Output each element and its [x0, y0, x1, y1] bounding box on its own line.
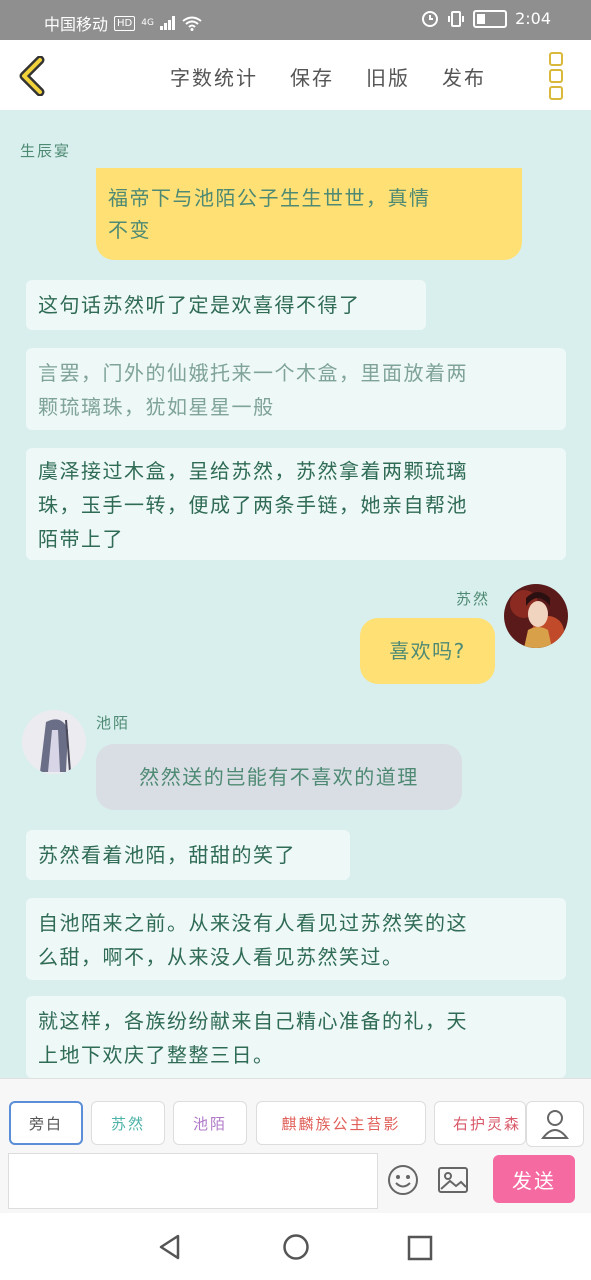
- status-bar: 中国移动 HD 4G 2:04: [0, 0, 591, 40]
- speaker-name: 苏然: [456, 590, 491, 608]
- save-button[interactable]: 保存: [290, 62, 334, 91]
- message-bubble[interactable]: 福帝下与池陌公子生生世世，真情 不变: [96, 168, 522, 260]
- send-button[interactable]: 发送: [493, 1155, 575, 1203]
- nav-recent-icon[interactable]: [407, 1235, 433, 1261]
- old-version-button[interactable]: 旧版: [366, 62, 410, 91]
- status-right: 2:04: [421, 9, 551, 28]
- vibrate-icon: [448, 10, 465, 27]
- role-chimo-button[interactable]: 池陌: [173, 1101, 247, 1145]
- network-label: 4G: [141, 18, 154, 28]
- avatar[interactable]: [504, 584, 568, 648]
- system-nav-bar: [0, 1213, 591, 1280]
- role-label: 麒麟族公主苔影: [281, 1114, 401, 1133]
- nav-back-icon[interactable]: [156, 1233, 184, 1261]
- role-label: 右护灵森: [453, 1114, 522, 1133]
- speaker-name: 生辰宴: [20, 142, 72, 160]
- clock-label: 2:04: [515, 9, 551, 28]
- battery-icon: [473, 9, 508, 28]
- narration-bubble[interactable]: 言罢，门外的仙娥托来一个木盒，里面放着两 颗琉璃珠，犹如星星一般: [26, 348, 566, 430]
- role-suran-button[interactable]: 苏然: [91, 1101, 165, 1145]
- wifi-icon: [182, 16, 202, 31]
- message-bubble[interactable]: 喜欢吗?: [360, 618, 495, 684]
- narration-bubble[interactable]: 就这样，各族纷纷献来自己精心准备的礼，天 上地下欢庆了整整三日。: [26, 996, 566, 1078]
- role-guardian-button[interactable]: 右护灵森: [434, 1101, 526, 1145]
- speaker-name: 池陌: [96, 714, 131, 732]
- top-actions: 字数统计 保存 旧版 发布: [170, 62, 486, 91]
- more-dot: [549, 69, 563, 83]
- signal-icon: [159, 16, 175, 30]
- status-left: 中国移动 HD 4G: [44, 11, 202, 35]
- chat-area[interactable]: 生辰宴 福帝下与池陌公子生生世世，真情 不变 这句话苏然听了定是欢喜得不得了 言…: [0, 110, 591, 1078]
- alarm-icon: [422, 10, 439, 27]
- narration-bubble[interactable]: 这句话苏然听了定是欢喜得不得了: [26, 280, 426, 330]
- input-toolbar: 旁白 苏然 池陌 麒麟族公主苔影 右护灵森 发送: [0, 1078, 591, 1214]
- narration-bubble[interactable]: 苏然看着池陌，甜甜的笑了: [26, 830, 350, 880]
- back-button[interactable]: [14, 56, 54, 96]
- top-bar: 字数统计 保存 旧版 发布: [0, 40, 591, 110]
- carrier-label: 中国移动: [44, 15, 109, 34]
- role-label: 旁白: [28, 1114, 63, 1133]
- narration-bubble[interactable]: 自池陌来之前。从来没有人看见过苏然笑的这 么甜，啊不，从来没人看见苏然笑过。: [26, 898, 566, 980]
- role-label: 池陌: [192, 1114, 227, 1133]
- word-count-button[interactable]: 字数统计: [170, 62, 258, 91]
- hd-badge: HD: [114, 15, 136, 31]
- more-dot: [549, 52, 563, 66]
- emoji-icon[interactable]: [386, 1163, 420, 1197]
- message-bubble[interactable]: 然然送的岂能有不喜欢的道理: [96, 744, 462, 810]
- role-label: 苏然: [110, 1114, 145, 1133]
- user-icon[interactable]: [526, 1101, 584, 1147]
- image-icon[interactable]: [436, 1163, 470, 1197]
- more-dot: [549, 86, 563, 100]
- role-princess-button[interactable]: 麒麟族公主苔影: [256, 1101, 426, 1145]
- nav-home-icon[interactable]: [282, 1233, 310, 1261]
- message-input[interactable]: [8, 1153, 378, 1209]
- avatar[interactable]: [22, 710, 86, 774]
- narration-bubble[interactable]: 虞泽接过木盒，呈给苏然，苏然拿着两颗琉璃 珠，玉手一转，便成了两条手链，她亲自帮…: [26, 448, 566, 560]
- role-narrator-button[interactable]: 旁白: [9, 1101, 83, 1145]
- publish-button[interactable]: 发布: [442, 62, 486, 91]
- more-vertical-icon[interactable]: [549, 52, 569, 100]
